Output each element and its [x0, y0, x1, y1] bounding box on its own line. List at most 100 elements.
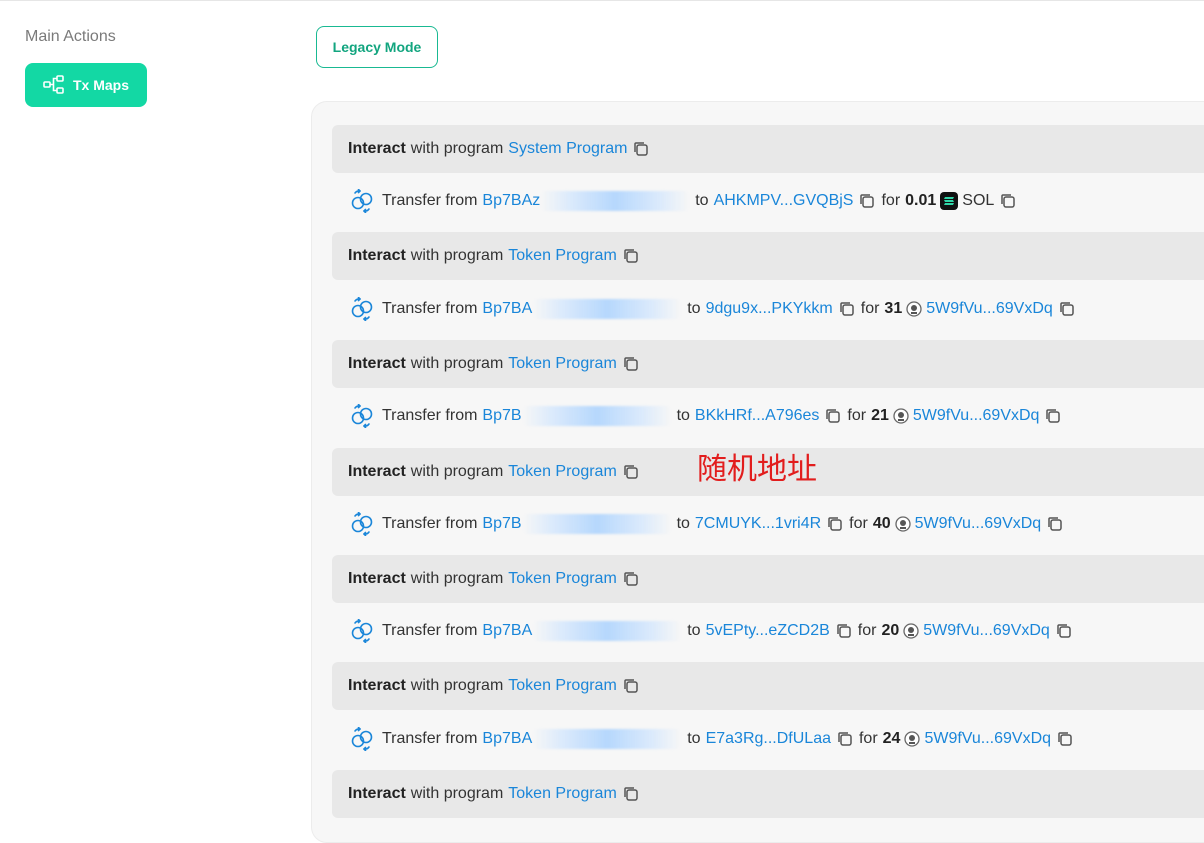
- copy-icon[interactable]: [1044, 407, 1062, 425]
- to-address-link[interactable]: AHKMPV...GVQBjS: [714, 192, 854, 210]
- token-symbol: SOL: [962, 192, 995, 209]
- from-address-link[interactable]: Bp7BA: [482, 300, 532, 318]
- copy-icon[interactable]: [622, 463, 640, 481]
- token-link[interactable]: 5W9fVu...69VxDq: [923, 622, 1050, 640]
- token-link[interactable]: 5W9fVu...69VxDq: [913, 407, 1040, 425]
- for-label: for: [860, 300, 880, 317]
- transfer-icon: [350, 512, 374, 536]
- interact-row: Interact with program Token Program: [332, 662, 1204, 710]
- redacted-address: [522, 406, 671, 426]
- tx-maps-label: Tx Maps: [72, 77, 129, 93]
- copy-icon[interactable]: [1058, 300, 1076, 318]
- to-address-link[interactable]: BKkHRf...A796es: [695, 407, 820, 425]
- copy-icon[interactable]: [622, 247, 640, 265]
- with-program-label: with program: [410, 140, 504, 157]
- to-address-link[interactable]: 5vEPty...eZCD2B: [706, 622, 830, 640]
- for-label: for: [849, 515, 868, 532]
- transfer-row: Transfer from Bp7BAz to AHKMPV...GVQBjS for 0…: [332, 177, 1204, 225]
- sol-icon: [940, 192, 959, 210]
- token-icon: [893, 408, 909, 424]
- copy-icon[interactable]: [622, 785, 640, 803]
- copy-icon[interactable]: [858, 192, 876, 210]
- copy-icon[interactable]: [1056, 730, 1074, 748]
- redacted-address: [522, 514, 671, 534]
- for-label: for: [857, 622, 877, 639]
- interact-label: Interact: [348, 140, 406, 157]
- tx-maps-button[interactable]: Tx Maps: [25, 63, 147, 107]
- copy-icon[interactable]: [632, 140, 650, 158]
- token-icon: [906, 301, 922, 317]
- redacted-address: [533, 299, 682, 319]
- copy-icon[interactable]: [835, 622, 853, 640]
- from-address-link[interactable]: Bp7BA: [482, 730, 532, 748]
- transfer-icon: [350, 404, 374, 428]
- to-address-link[interactable]: 7CMUYK...1vri4R: [695, 515, 821, 533]
- interact-label: Interact: [348, 785, 406, 802]
- copy-icon[interactable]: [824, 407, 842, 425]
- transfer-icon: [350, 189, 374, 213]
- amount-value: 21: [871, 407, 889, 424]
- program-link[interactable]: Token Program: [508, 463, 617, 481]
- interact-label: Interact: [348, 677, 406, 694]
- transfer-from-label: Transfer from: [382, 192, 478, 209]
- for-label: for: [858, 730, 878, 747]
- copy-icon[interactable]: [999, 192, 1017, 210]
- with-program-label: with program: [410, 570, 504, 587]
- from-address-link[interactable]: Bp7B: [482, 407, 521, 425]
- transfer-from-label: Transfer from: [382, 730, 478, 747]
- copy-icon[interactable]: [622, 570, 640, 588]
- transfer-row: Transfer from Bp7B to 7CMUYK...1vri4R for 40 5…: [332, 500, 1204, 548]
- copy-icon[interactable]: [836, 730, 854, 748]
- copy-icon[interactable]: [622, 677, 640, 695]
- transfer-icon: [350, 619, 374, 643]
- transfer-row: Transfer from Bp7BA to 5vEPty...eZCD2B for 20…: [332, 607, 1204, 655]
- interact-row: Interact with program Token Program: [332, 555, 1204, 603]
- interact-label: Interact: [348, 355, 406, 372]
- token-icon: [904, 731, 921, 747]
- tx-maps-icon: [43, 75, 65, 95]
- legacy-mode-button[interactable]: Legacy Mode: [316, 26, 438, 68]
- to-label: to: [695, 192, 709, 209]
- interact-row: Interact with program Token Program: [332, 232, 1204, 280]
- to-label: to: [676, 515, 690, 532]
- interact-row: Interact with program Token Program: [332, 340, 1204, 388]
- transfer-from-label: Transfer from: [382, 300, 478, 317]
- to-label: to: [687, 622, 701, 639]
- interact-row: Interact with program System Program: [332, 125, 1204, 173]
- amount-value: 24: [882, 730, 901, 747]
- copy-icon[interactable]: [622, 355, 640, 373]
- to-address-link[interactable]: E7a3Rg...DfULaa: [706, 730, 831, 748]
- program-link[interactable]: Token Program: [508, 677, 617, 695]
- program-link[interactable]: Token Program: [508, 247, 617, 265]
- redacted-address: [533, 621, 682, 641]
- amount-value: 20: [881, 622, 900, 639]
- transfer-from-label: Transfer from: [382, 407, 478, 424]
- copy-icon[interactable]: [826, 515, 844, 533]
- interact-row: Interact with program Token Program: [332, 770, 1204, 818]
- copy-icon[interactable]: [1055, 622, 1073, 640]
- from-address-link[interactable]: Bp7BAz: [482, 192, 540, 210]
- for-label: for: [881, 192, 901, 209]
- copy-icon[interactable]: [838, 300, 856, 318]
- redacted-address: [533, 729, 682, 749]
- amount-value: 31: [884, 300, 903, 317]
- to-address-link[interactable]: 9dgu9x...PKYkkm: [706, 300, 833, 318]
- copy-icon[interactable]: [1046, 515, 1064, 533]
- amount-value: 40: [872, 515, 891, 532]
- from-address-link[interactable]: Bp7B: [482, 515, 521, 533]
- token-link[interactable]: 5W9fVu...69VxDq: [926, 300, 1053, 318]
- token-link[interactable]: 5W9fVu...69VxDq: [915, 515, 1042, 533]
- from-address-link[interactable]: Bp7BA: [482, 622, 532, 640]
- interact-label: Interact: [348, 570, 406, 587]
- token-link[interactable]: 5W9fVu...69VxDq: [924, 730, 1051, 748]
- program-link[interactable]: Token Program: [508, 785, 617, 803]
- transfer-from-label: Transfer from: [382, 622, 478, 639]
- for-label: for: [847, 407, 867, 424]
- program-link[interactable]: System Program: [508, 140, 627, 158]
- program-link[interactable]: Token Program: [508, 570, 617, 588]
- program-link[interactable]: Token Program: [508, 355, 617, 373]
- transfer-row: Transfer from Bp7BA to E7a3Rg...DfULaa for 24…: [332, 715, 1204, 763]
- to-label: to: [687, 730, 701, 747]
- top-divider: [0, 0, 1204, 1]
- transfer-from-label: Transfer from: [382, 515, 478, 532]
